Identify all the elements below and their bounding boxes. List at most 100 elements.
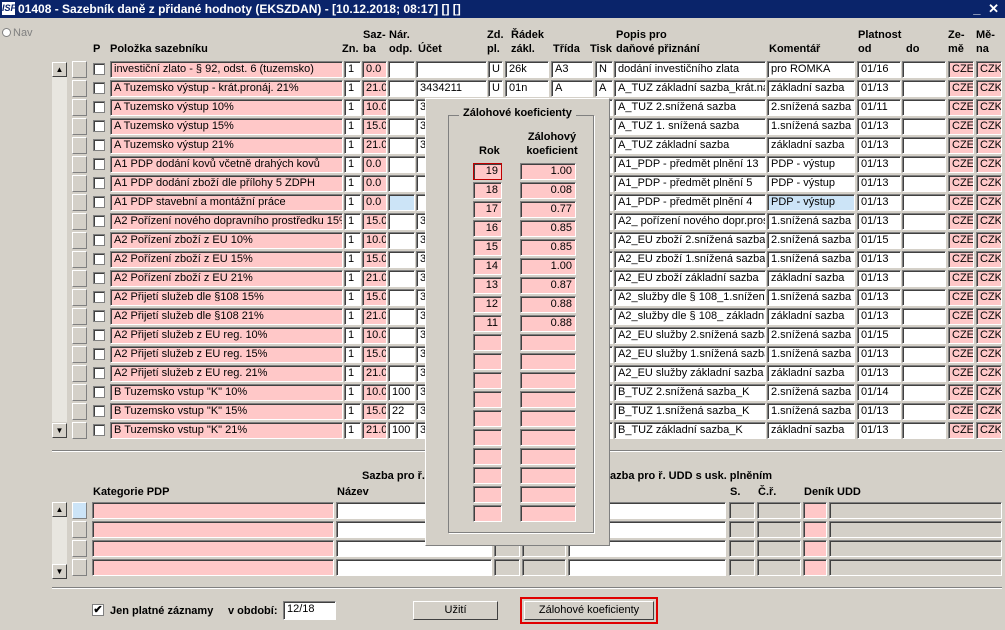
scroll-up-button[interactable]: ▲: [52, 62, 67, 77]
lower-scrollbar-track[interactable]: [52, 517, 67, 564]
cell-koeficient[interactable]: 1.00: [520, 258, 576, 275]
cell-koeficient[interactable]: 1.00: [520, 163, 576, 180]
nav-option[interactable]: Nav: [2, 27, 33, 39]
cell-polozka[interactable]: A2 Přijetí služeb dle §108 21%: [110, 308, 343, 325]
cell-polozka[interactable]: A2 Přijetí služeb z EU reg. 21%: [110, 365, 343, 382]
cell-zn[interactable]: 1: [344, 99, 361, 116]
row-selector[interactable]: [72, 80, 87, 97]
cell-zn[interactable]: 1: [344, 232, 361, 249]
cell-do[interactable]: [902, 61, 946, 78]
cell-od[interactable]: 01/13: [857, 289, 901, 306]
cell-zn[interactable]: 1: [344, 118, 361, 135]
cell-popis[interactable]: A2_EU služby 2.snížená sazba: [614, 327, 766, 344]
lower-row-selector[interactable]: [72, 502, 87, 519]
row-checkbox[interactable]: [93, 177, 105, 189]
cell-do[interactable]: [902, 289, 946, 306]
cell-do[interactable]: [902, 384, 946, 401]
cell-udd[interactable]: [568, 559, 726, 576]
cell-zn[interactable]: 1: [344, 308, 361, 325]
row-checkbox[interactable]: [93, 291, 105, 303]
cell-zeme[interactable]: CZE: [948, 422, 974, 439]
cell-popis[interactable]: B_TUZ 2.snížená sazba_K: [614, 384, 766, 401]
row-checkbox[interactable]: [93, 158, 105, 170]
lower-row-selector[interactable]: [72, 540, 87, 557]
cell-zeme[interactable]: CZE: [948, 213, 974, 230]
cell-koeficient[interactable]: 0.88: [520, 296, 576, 313]
cell-kategorie-pdp[interactable]: [92, 559, 334, 576]
row-checkbox[interactable]: [93, 386, 105, 398]
cell-komentar[interactable]: PDP - výstup: [767, 194, 855, 211]
cell-sazba[interactable]: 10.0: [362, 99, 387, 116]
cell-koeficient[interactable]: [520, 372, 576, 389]
cell-komentar[interactable]: 1.snížená sazba: [767, 346, 855, 363]
cell-nar[interactable]: [388, 80, 415, 97]
cell-polozka[interactable]: A2 Pořízení zboží z EU 21%: [110, 270, 343, 287]
cell-rok[interactable]: 14: [473, 258, 502, 275]
row-checkbox[interactable]: [93, 367, 105, 379]
row-selector[interactable]: [72, 156, 87, 173]
cell-komentar[interactable]: základní sazba: [767, 137, 855, 154]
cell-zn[interactable]: 1: [344, 422, 361, 439]
cell-sazba[interactable]: 15.0: [362, 118, 387, 135]
cell-komentar[interactable]: 2.snížená sazba: [767, 232, 855, 249]
cell-od[interactable]: 01/13: [857, 175, 901, 192]
cell-popis[interactable]: dodání investičního zlata: [614, 61, 766, 78]
cell-sazba[interactable]: 0.0: [362, 61, 387, 78]
cell-od[interactable]: 01/15: [857, 327, 901, 344]
cell-od[interactable]: 01/11: [857, 99, 901, 116]
cell-ucet[interactable]: 3434211: [416, 80, 487, 97]
only-valid-checkbox[interactable]: ✔: [92, 604, 104, 616]
cell-od[interactable]: 01/13: [857, 118, 901, 135]
cell-zeme[interactable]: CZE: [948, 99, 974, 116]
row-checkbox[interactable]: [93, 272, 105, 284]
cell-rok[interactable]: [473, 372, 502, 389]
cell-od[interactable]: 01/13: [857, 213, 901, 230]
cell-kategorie-pdp[interactable]: [92, 540, 334, 557]
cell-komentar[interactable]: PDP - výstup: [767, 175, 855, 192]
cell-mena[interactable]: CZK: [976, 403, 1002, 420]
cell-mena[interactable]: CZK: [976, 327, 1002, 344]
cell-do[interactable]: [902, 346, 946, 363]
cell-mena[interactable]: CZK: [976, 80, 1002, 97]
cell-zeme[interactable]: CZE: [948, 365, 974, 382]
cell-zeme[interactable]: CZE: [948, 137, 974, 154]
cell-koeficient[interactable]: [520, 410, 576, 427]
cell-polozka[interactable]: B Tuzemsko vstup "K" 21%: [110, 422, 343, 439]
cell-rok[interactable]: 11: [473, 315, 502, 332]
cell-rok[interactable]: 18: [473, 182, 502, 199]
cell-od[interactable]: 01/13: [857, 365, 901, 382]
cell-od[interactable]: 01/13: [857, 137, 901, 154]
cell-zn[interactable]: 1: [344, 137, 361, 154]
cell-trida[interactable]: A3: [551, 61, 593, 78]
cell-nar[interactable]: [388, 213, 415, 230]
cell-zn[interactable]: 1: [344, 289, 361, 306]
cell-komentar[interactable]: 1.snížená sazba: [767, 289, 855, 306]
cell-zn[interactable]: 1: [344, 346, 361, 363]
cell-polozka[interactable]: investiční zlato - § 92, odst. 6 (tuzems…: [110, 61, 343, 78]
row-checkbox[interactable]: [93, 139, 105, 151]
cell-do[interactable]: [902, 80, 946, 97]
cell-mena[interactable]: CZK: [976, 61, 1002, 78]
row-selector[interactable]: [72, 346, 87, 363]
row-selector[interactable]: [72, 289, 87, 306]
row-selector[interactable]: [72, 99, 87, 116]
cell-rok[interactable]: [473, 486, 502, 503]
cell-popis[interactable]: A_TUZ základní sazba: [614, 137, 766, 154]
cell-radek[interactable]: 01n: [505, 80, 549, 97]
cell-polozka[interactable]: A1 PDP dodání kovů včetně drahých kovů: [110, 156, 343, 173]
cell-do[interactable]: [902, 213, 946, 230]
cell-rok[interactable]: [473, 353, 502, 370]
cell-komentar[interactable]: 1.snížená sazba: [767, 213, 855, 230]
cell-popis[interactable]: A2_služby dle § 108_ základní: [614, 308, 766, 325]
cell-rok[interactable]: 19: [473, 163, 502, 180]
cell-zd[interactable]: U: [488, 61, 503, 78]
row-checkbox[interactable]: [93, 215, 105, 227]
cell-polozka[interactable]: A2 Přijetí služeb z EU reg. 10%: [110, 327, 343, 344]
cell-od[interactable]: 01/13: [857, 251, 901, 268]
cell-do[interactable]: [902, 156, 946, 173]
cell-koeficient[interactable]: [520, 486, 576, 503]
cell-sazba[interactable]: 21.0: [362, 308, 387, 325]
cell-komentar[interactable]: základní sazba: [767, 80, 855, 97]
cell-zn[interactable]: 1: [344, 156, 361, 173]
cell-sazba[interactable]: 21.0: [362, 137, 387, 154]
